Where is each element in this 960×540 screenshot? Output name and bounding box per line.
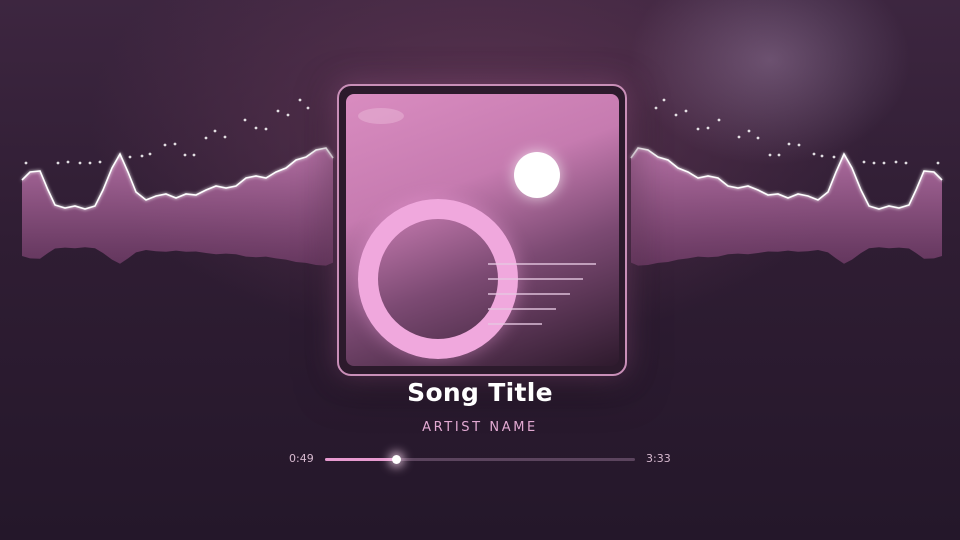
particle-dot <box>662 98 666 102</box>
particle-dot <box>747 129 751 133</box>
art-sun-circle <box>514 152 560 198</box>
particle-dot <box>298 98 302 102</box>
particle-dot <box>163 143 167 147</box>
particle-dot <box>243 118 247 122</box>
particle-dot <box>904 161 908 165</box>
particle-dot <box>894 160 898 164</box>
particle-dot <box>254 126 258 130</box>
particle-dot <box>264 127 268 131</box>
particle-dot <box>223 135 227 139</box>
particle-dot <box>820 154 824 158</box>
particle-dot <box>787 142 791 146</box>
particle-dot <box>56 161 60 165</box>
particle-dot <box>88 161 92 165</box>
particle-dot <box>872 161 876 165</box>
particle-dot <box>717 118 721 122</box>
particle-dot <box>24 161 28 165</box>
waveform-left <box>21 147 334 266</box>
particle-dot <box>306 106 310 110</box>
particle-dot <box>684 109 688 113</box>
art-line <box>488 308 556 310</box>
particle-dot <box>936 161 940 165</box>
particle-dot <box>737 135 741 139</box>
progress-bar[interactable] <box>325 455 635 464</box>
particle-dot <box>862 160 866 164</box>
art-line <box>488 323 542 325</box>
particle-dot <box>213 129 217 133</box>
particle-dot <box>654 106 658 110</box>
particle-dot <box>183 153 187 157</box>
particle-dot <box>706 126 710 130</box>
art-line <box>488 293 570 295</box>
art-line <box>488 263 596 265</box>
particle-dot <box>756 136 760 140</box>
particle-dot <box>140 154 144 158</box>
album-art <box>346 94 619 366</box>
particle-dot <box>777 153 781 157</box>
particle-dot <box>276 109 280 113</box>
particle-dot <box>286 113 290 117</box>
particle-dot <box>173 142 177 146</box>
art-line <box>488 278 583 280</box>
particle-dot <box>128 155 132 159</box>
total-time: 3:33 <box>646 452 671 465</box>
current-time: 0:49 <box>289 452 314 465</box>
song-title: Song Title <box>407 378 553 407</box>
particle-dot <box>204 136 208 140</box>
particle-dot <box>192 153 196 157</box>
particle-dot <box>832 155 836 159</box>
particle-dot <box>797 143 801 147</box>
progress-fill <box>325 458 397 461</box>
particle-dot <box>66 160 70 164</box>
waveform-right <box>630 147 943 266</box>
art-smudge <box>358 108 404 124</box>
particle-dot <box>768 153 772 157</box>
particle-dot <box>148 152 152 156</box>
particle-dot <box>696 127 700 131</box>
particle-dot <box>674 113 678 117</box>
artist-name: ARTIST NAME <box>422 420 538 435</box>
particle-dot <box>812 152 816 156</box>
particle-dot <box>98 160 102 164</box>
particle-dot <box>78 161 82 165</box>
particle-dot <box>882 161 886 165</box>
